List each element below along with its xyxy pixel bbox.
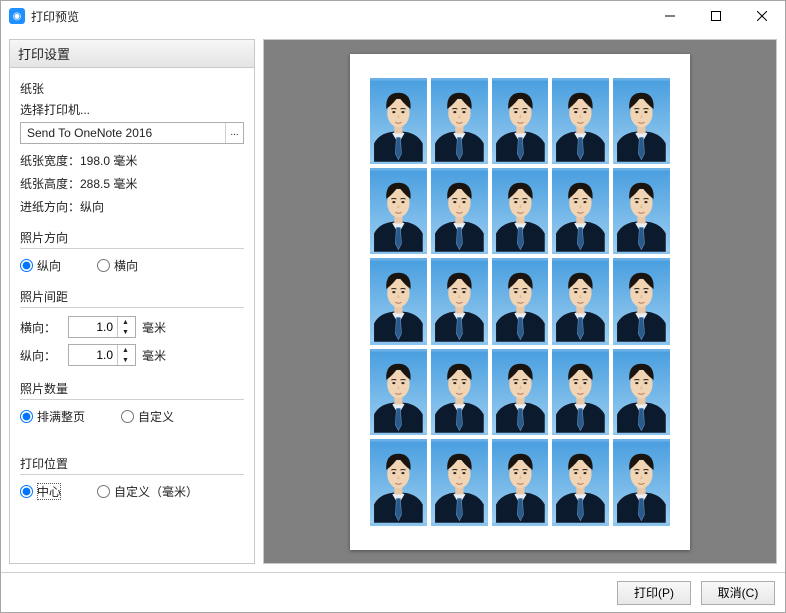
- divider: [20, 399, 244, 400]
- photo-thumbnail: [492, 349, 549, 435]
- settings-panel: 打印设置 纸张 选择打印机... Send To OneNote 2016 ..…: [9, 39, 255, 564]
- chevron-down-icon[interactable]: ▼: [118, 327, 133, 337]
- spacing-label: 照片间距: [20, 288, 244, 305]
- spacing-v-row: 纵向： ▲▼ 毫米: [20, 344, 244, 366]
- chevron-up-icon[interactable]: ▲: [118, 317, 133, 327]
- spacing-v-input[interactable]: ▲▼: [68, 344, 136, 366]
- photo-thumbnail: [492, 439, 549, 525]
- preview-page: [350, 54, 690, 550]
- divider: [20, 248, 244, 249]
- content-area: 打印设置 纸张 选择打印机... Send To OneNote 2016 ..…: [1, 31, 785, 572]
- position-center[interactable]: 中心: [20, 483, 61, 500]
- photo-thumbnail: [613, 258, 670, 344]
- photo-thumbnail: [552, 439, 609, 525]
- feed-direction: 进纸方向：纵向: [20, 198, 244, 215]
- divider: [20, 474, 244, 475]
- spacing-h-input[interactable]: ▲▼: [68, 316, 136, 338]
- orientation-landscape-radio[interactable]: [97, 259, 110, 272]
- photo-thumbnail: [552, 258, 609, 344]
- position-label: 打印位置: [20, 455, 244, 472]
- print-button[interactable]: 打印(P): [617, 581, 691, 605]
- printer-select[interactable]: Send To OneNote 2016 ...: [20, 122, 244, 144]
- orientation-radios: 纵向 横向: [20, 257, 244, 274]
- photo-thumbnail: [370, 78, 427, 164]
- photo-thumbnail: [431, 439, 488, 525]
- photo-thumbnail: [492, 168, 549, 254]
- close-button[interactable]: [739, 1, 785, 31]
- unit-label: 毫米: [142, 347, 166, 364]
- printer-browse-icon[interactable]: ...: [225, 123, 243, 143]
- paper-width: 纸张宽度：198.0 毫米: [20, 152, 244, 169]
- photo-thumbnail: [552, 349, 609, 435]
- chevron-up-icon[interactable]: ▲: [118, 345, 133, 355]
- photo-thumbnail: [370, 439, 427, 525]
- orientation-portrait-radio[interactable]: [20, 259, 33, 272]
- count-custom[interactable]: 自定义: [121, 408, 174, 425]
- photo-thumbnail: [613, 78, 670, 164]
- photo-thumbnail: [613, 439, 670, 525]
- orientation-label: 照片方向: [20, 229, 244, 246]
- divider: [20, 307, 244, 308]
- orientation-landscape[interactable]: 横向: [97, 257, 138, 274]
- photo-thumbnail: [370, 258, 427, 344]
- spacing-h-field[interactable]: [69, 320, 117, 334]
- footer: 打印(P) 取消(C): [1, 572, 785, 612]
- count-custom-radio[interactable]: [121, 410, 134, 423]
- count-radios: 排满整页 自定义: [20, 408, 244, 425]
- minimize-button[interactable]: [647, 1, 693, 31]
- photo-thumbnail: [492, 258, 549, 344]
- spacing-v-label: 纵向：: [20, 347, 62, 364]
- photo-thumbnail: [613, 349, 670, 435]
- titlebar: ◉ 打印预览: [1, 1, 785, 31]
- spacing-v-field[interactable]: [69, 348, 117, 362]
- photo-thumbnail: [431, 168, 488, 254]
- count-label: 照片数量: [20, 380, 244, 397]
- chevron-down-icon[interactable]: ▼: [118, 355, 133, 365]
- photo-thumbnail: [431, 349, 488, 435]
- paper-section-label: 纸张: [20, 80, 244, 97]
- cancel-button[interactable]: 取消(C): [701, 581, 775, 605]
- spacing-h-row: 横向： ▲▼ 毫米: [20, 316, 244, 338]
- count-fill[interactable]: 排满整页: [20, 408, 85, 425]
- photo-thumbnail: [431, 258, 488, 344]
- spinner-arrows[interactable]: ▲▼: [117, 317, 133, 337]
- spinner-arrows[interactable]: ▲▼: [117, 345, 133, 365]
- position-custom[interactable]: 自定义（毫米）: [97, 483, 198, 500]
- printer-label: 选择打印机...: [20, 101, 244, 118]
- position-radios: 中心 自定义（毫米）: [20, 483, 244, 500]
- paper-height: 纸张高度：288.5 毫米: [20, 175, 244, 192]
- window-title: 打印预览: [31, 8, 647, 25]
- position-center-radio[interactable]: [20, 485, 33, 498]
- printer-value: Send To OneNote 2016: [21, 126, 225, 140]
- position-custom-radio[interactable]: [97, 485, 110, 498]
- spacing-h-label: 横向：: [20, 319, 62, 336]
- app-icon: ◉: [9, 8, 25, 24]
- count-fill-radio[interactable]: [20, 410, 33, 423]
- settings-body: 纸张 选择打印机... Send To OneNote 2016 ... 纸张宽…: [10, 68, 254, 563]
- photo-thumbnail: [552, 168, 609, 254]
- settings-header: 打印设置: [10, 40, 254, 68]
- photo-thumbnail: [370, 168, 427, 254]
- unit-label: 毫米: [142, 319, 166, 336]
- preview-area: [263, 39, 777, 564]
- photo-thumbnail: [370, 349, 427, 435]
- orientation-portrait[interactable]: 纵向: [20, 257, 61, 274]
- photo-thumbnail: [552, 78, 609, 164]
- photo-thumbnail: [431, 78, 488, 164]
- maximize-button[interactable]: [693, 1, 739, 31]
- photo-thumbnail: [613, 168, 670, 254]
- photo-thumbnail: [492, 78, 549, 164]
